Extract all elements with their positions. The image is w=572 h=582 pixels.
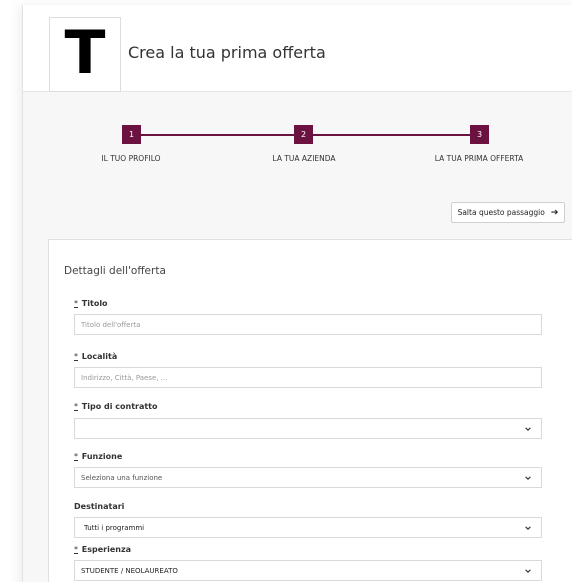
page-frame: T Crea la tua prima offerta 1 2 3 IL TUO… xyxy=(22,5,572,582)
step-2-label: LA TUA AZIENDA xyxy=(272,154,336,163)
esperienza-label-text: Esperienza xyxy=(81,545,132,554)
skip-step-label: Salta questo passaggio xyxy=(457,208,545,217)
tipo-contratto-label-text: Tipo di contratto xyxy=(81,402,158,411)
esperienza-value: STUDENTE / NEOLAUREATO xyxy=(81,566,178,575)
titolo-input[interactable]: Titolo dell'offerta xyxy=(74,314,542,335)
arrow-right-icon: ➔ xyxy=(550,207,559,218)
offer-details-card: Dettagli dell'offerta * Titolo Titolo de… xyxy=(48,239,572,582)
localita-label-text: Località xyxy=(81,352,118,361)
titolo-placeholder: Titolo dell'offerta xyxy=(81,320,141,329)
logo-letter: T xyxy=(64,17,106,88)
step-3-label: LA TUA PRIMA OFFERTA xyxy=(434,154,524,163)
step-connector xyxy=(310,134,480,136)
funzione-select[interactable]: Seleziona una funzione xyxy=(74,467,542,488)
chevron-down-icon xyxy=(525,427,531,431)
destinatari-label: Destinatari xyxy=(74,502,124,511)
required-marker: * xyxy=(74,299,78,308)
required-marker: * xyxy=(74,352,78,361)
chevron-down-icon xyxy=(525,526,531,530)
esperienza-label: * Esperienza xyxy=(74,545,131,554)
step-3-number: 3 xyxy=(476,130,483,139)
localita-input[interactable]: Indirizzo, Città, Paese, ... xyxy=(74,367,542,388)
step-connector xyxy=(140,134,310,136)
required-marker: * xyxy=(74,402,78,411)
progress-stepper: 1 2 3 IL TUO PROFILO LA TUA AZIENDA LA T… xyxy=(23,122,572,172)
destinatari-select[interactable]: Tutti i programmi xyxy=(74,517,542,538)
funzione-value: Seleziona una funzione xyxy=(81,473,163,482)
tipo-contratto-label: * Tipo di contratto xyxy=(74,402,158,411)
page-title: Crea la tua prima offerta xyxy=(128,43,326,62)
form-title: Dettagli dell'offerta xyxy=(64,265,166,277)
skip-step-button[interactable]: Salta questo passaggio ➔ xyxy=(451,202,565,223)
step-2-marker: 2 xyxy=(294,125,313,144)
funzione-label: * Funzione xyxy=(74,452,122,461)
required-marker: * xyxy=(74,545,78,554)
titolo-label-text: Titolo xyxy=(81,299,108,308)
tipo-contratto-select[interactable] xyxy=(74,418,542,439)
step-1-label: IL TUO PROFILO xyxy=(101,154,161,163)
funzione-label-text: Funzione xyxy=(81,452,123,461)
step-2-number: 2 xyxy=(300,130,307,139)
header: T Crea la tua prima offerta xyxy=(23,5,572,92)
step-3-marker: 3 xyxy=(470,125,489,144)
localita-label: * Località xyxy=(74,352,117,361)
destinatari-value: Tutti i programmi xyxy=(84,523,145,532)
localita-placeholder: Indirizzo, Città, Paese, ... xyxy=(81,373,168,382)
step-1-marker: 1 xyxy=(122,125,141,144)
company-logo: T xyxy=(49,17,121,92)
titolo-label: * Titolo xyxy=(74,299,108,308)
esperienza-select[interactable]: STUDENTE / NEOLAUREATO xyxy=(74,560,542,581)
chevron-down-icon xyxy=(525,569,531,573)
required-marker: * xyxy=(74,452,78,461)
step-1-number: 1 xyxy=(128,130,135,139)
chevron-down-icon xyxy=(525,476,531,480)
destinatari-label-text: Destinatari xyxy=(74,502,125,511)
